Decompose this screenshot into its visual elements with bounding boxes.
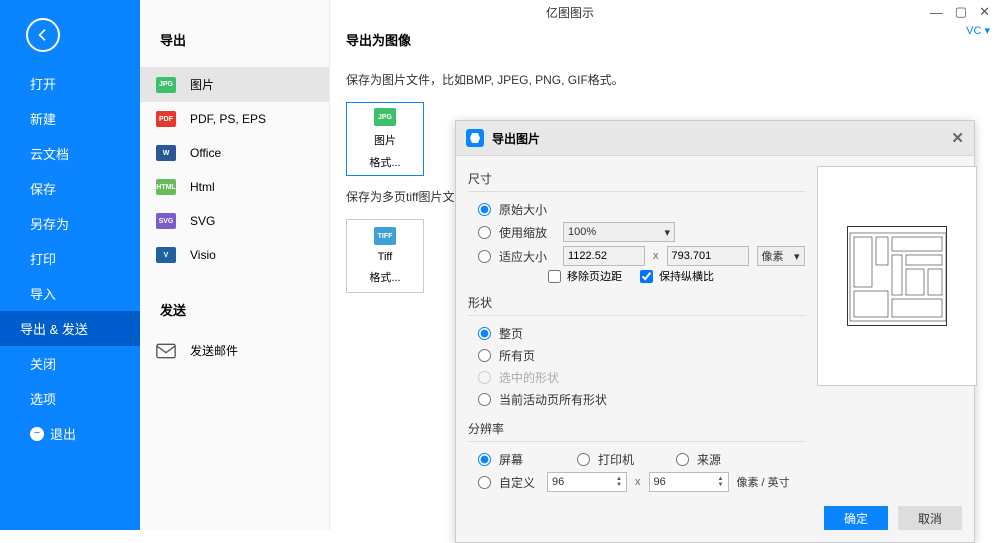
label-printer: 打印机 xyxy=(598,451,638,468)
chk-remove-margin[interactable] xyxy=(548,270,561,283)
export-item-label: Visio xyxy=(190,248,216,262)
label-custom: 自定义 xyxy=(499,474,539,491)
export-item-svg[interactable]: SVG SVG xyxy=(140,204,329,238)
radio-custom[interactable] xyxy=(478,476,491,489)
back-button[interactable] xyxy=(26,18,60,52)
label-screen: 屏幕 xyxy=(499,451,539,468)
group-resolution: 分辨率 xyxy=(468,420,805,437)
word-icon: W xyxy=(156,145,176,161)
export-dialog: 导出图片 ✕ 尺寸 原始大小 使用缩放 100%▾ 适应大小 x 像素▾ 移除页… xyxy=(455,120,975,543)
exit-icon: − xyxy=(30,427,44,441)
res-x-input[interactable]: 96▲▼ xyxy=(547,472,627,492)
label-selected: 选中的形状 xyxy=(499,369,559,386)
format-tile-image[interactable]: JPG 图片 格式... xyxy=(346,102,424,176)
label-active: 当前活动页所有形状 xyxy=(499,391,607,408)
content-header: 导出为图像 xyxy=(346,30,984,49)
label-source: 来源 xyxy=(697,451,753,468)
pdf-icon: PDF xyxy=(156,111,176,127)
export-item-visio[interactable]: V Visio xyxy=(140,238,329,272)
send-header: 发送 xyxy=(140,272,329,333)
html-icon: HTML xyxy=(156,179,176,195)
dialog-title: 导出图片 xyxy=(492,130,540,147)
unit-select[interactable]: 像素▾ xyxy=(757,246,805,266)
nav-import[interactable]: 导入 xyxy=(0,276,140,311)
ok-button[interactable]: 确定 xyxy=(824,506,888,530)
radio-all[interactable] xyxy=(478,349,491,362)
export-item-pdf[interactable]: PDF PDF, PS, EPS xyxy=(140,102,329,136)
export-item-office[interactable]: W Office xyxy=(140,136,329,170)
res-y-input[interactable]: 96▲▼ xyxy=(649,472,729,492)
radio-selected xyxy=(478,371,491,384)
tile-label: 图片 xyxy=(374,132,396,148)
export-item-label: Office xyxy=(190,146,221,160)
export-column: 导出 JPG 图片 PDF PDF, PS, EPS W Office HTML… xyxy=(140,0,330,530)
visio-icon: V xyxy=(156,247,176,263)
width-input[interactable] xyxy=(563,246,645,266)
label-keep-ratio: 保持纵横比 xyxy=(659,268,714,284)
jpg-icon: JPG xyxy=(156,77,176,93)
export-item-label: Html xyxy=(190,180,215,194)
dialog-titlebar: 导出图片 ✕ xyxy=(456,121,974,156)
chk-keep-ratio[interactable] xyxy=(640,270,653,283)
send-item-label: 发送邮件 xyxy=(190,342,238,359)
radio-scale[interactable] xyxy=(478,226,491,239)
nav-new[interactable]: 新建 xyxy=(0,101,140,136)
cancel-button[interactable]: 取消 xyxy=(898,506,962,530)
tile-sublabel: 格式... xyxy=(369,269,400,285)
nav-export-send[interactable]: 导出 & 发送 xyxy=(0,311,140,346)
radio-screen[interactable] xyxy=(478,453,491,466)
mail-icon xyxy=(156,343,176,359)
send-email[interactable]: 发送邮件 xyxy=(140,333,329,368)
group-shape: 形状 xyxy=(468,294,805,311)
nav-print[interactable]: 打印 xyxy=(0,241,140,276)
label-remove-margin: 移除页边距 xyxy=(567,268,622,284)
nav-save[interactable]: 保存 xyxy=(0,171,140,206)
export-header: 导出 xyxy=(140,0,329,67)
nav-exit[interactable]: − 退出 xyxy=(0,416,140,451)
radio-fit[interactable] xyxy=(478,250,491,263)
export-item-html[interactable]: HTML Html xyxy=(140,170,329,204)
content-desc-1: 保存为图片文件，比如BMP, JPEG, PNG, GIF格式。 xyxy=(346,71,984,88)
nav-exit-label: 退出 xyxy=(50,424,76,443)
radio-whole[interactable] xyxy=(478,327,491,340)
tiff-icon: TIFF xyxy=(374,227,396,245)
sidebar: 打开 新建 云文档 保存 另存为 打印 导入 导出 & 发送 关闭 选项 − 退… xyxy=(0,0,140,530)
preview-thumbnail xyxy=(847,226,947,326)
radio-printer[interactable] xyxy=(577,453,590,466)
radio-source[interactable] xyxy=(676,453,689,466)
label-all: 所有页 xyxy=(499,347,555,364)
radio-active[interactable] xyxy=(478,393,491,406)
group-size: 尺寸 xyxy=(468,170,805,187)
export-item-image[interactable]: JPG 图片 xyxy=(140,67,329,102)
radio-original[interactable] xyxy=(478,203,491,216)
svg-icon: SVG xyxy=(156,213,176,229)
export-item-label: 图片 xyxy=(190,76,214,93)
label-scale: 使用缩放 xyxy=(499,224,555,241)
label-whole: 整页 xyxy=(499,325,555,342)
label-fit: 适应大小 xyxy=(499,248,555,265)
nav-cloud[interactable]: 云文档 xyxy=(0,136,140,171)
nav-options[interactable]: 选项 xyxy=(0,381,140,416)
scale-select[interactable]: 100%▾ xyxy=(563,222,675,242)
nav-close[interactable]: 关闭 xyxy=(0,346,140,381)
res-unit-label: 像素 / 英寸 xyxy=(737,474,790,490)
dialog-app-icon xyxy=(466,129,484,147)
dialog-close-icon[interactable]: ✕ xyxy=(951,129,964,147)
nav-saveas[interactable]: 另存为 xyxy=(0,206,140,241)
label-original: 原始大小 xyxy=(499,201,555,218)
tile-label: Tiff xyxy=(378,251,393,263)
nav-open[interactable]: 打开 xyxy=(0,66,140,101)
export-item-label: SVG xyxy=(190,214,215,228)
jpg-icon: JPG xyxy=(374,108,396,126)
preview-panel xyxy=(817,166,977,386)
height-input[interactable] xyxy=(667,246,749,266)
export-item-label: PDF, PS, EPS xyxy=(190,112,266,126)
tile-sublabel: 格式... xyxy=(369,154,400,170)
format-tile-tiff[interactable]: TIFF Tiff 格式... xyxy=(346,219,424,293)
